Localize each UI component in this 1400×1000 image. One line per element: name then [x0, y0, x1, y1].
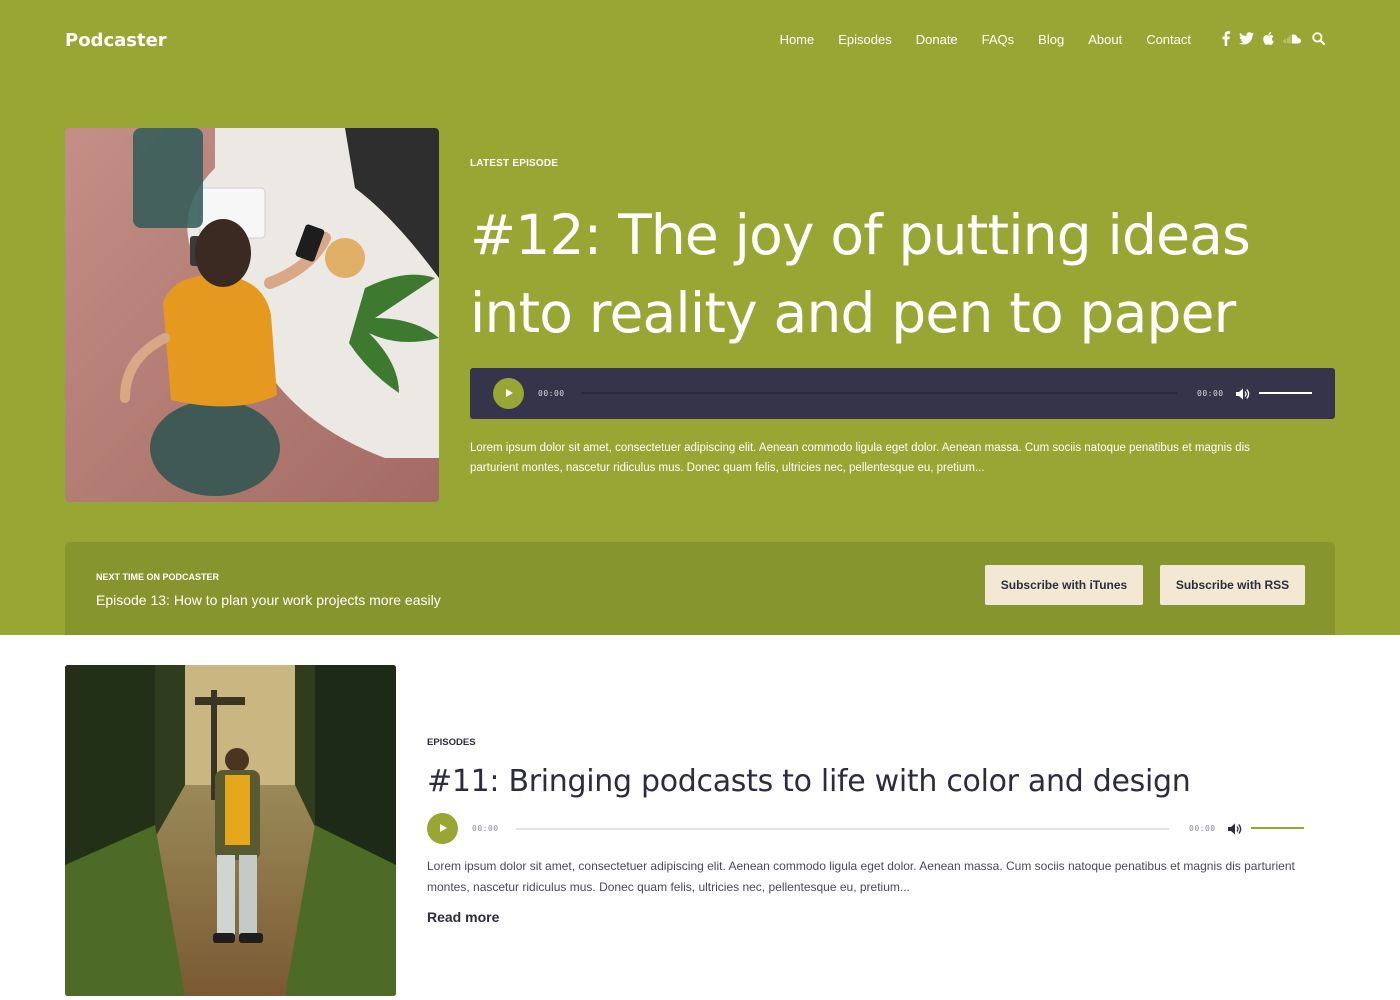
current-time: 00:00 [472, 824, 499, 833]
volume-slider[interactable] [1259, 392, 1312, 394]
main-nav: Home Episodes Donate FAQs Blog About Con… [756, 32, 1191, 48]
desc-line-1: Lorem ipsum dolor sit amet, consectetuer… [427, 859, 1295, 873]
play-button[interactable] [493, 378, 524, 409]
title-line-1: #12: The joy of putting ideas [470, 203, 1251, 267]
latest-audio-player: 00:00 00:00 [470, 368, 1335, 419]
progress-bar[interactable] [582, 392, 1177, 394]
latest-episode-title[interactable]: #12: The joy of putting ideas into reali… [470, 196, 1330, 352]
soundcloud-icon[interactable] [1283, 34, 1301, 44]
read-more-link[interactable]: Read more [427, 909, 499, 925]
nav-episodes[interactable]: Episodes [838, 32, 891, 48]
episodes-label[interactable]: EPISODES [427, 737, 476, 748]
latest-episode-image [65, 128, 439, 502]
next-label: NEXT TIME ON PODCASTER [96, 572, 220, 582]
volume-icon[interactable] [1228, 822, 1242, 840]
current-time: 00:00 [538, 389, 565, 398]
progress-bar[interactable] [516, 828, 1169, 830]
nav-blog[interactable]: Blog [1038, 32, 1064, 48]
nav-donate[interactable]: Donate [916, 32, 958, 48]
episode-audio-player: 00:00 00:00 [427, 813, 1307, 845]
search-icon[interactable] [1312, 32, 1325, 45]
site-logo[interactable]: Podcaster [65, 30, 167, 52]
title-line-2: into reality and pen to paper [470, 281, 1236, 345]
duration: 00:00 [1189, 824, 1216, 833]
latest-episode-label: LATEST EPISODE [470, 158, 559, 169]
volume-icon[interactable] [1236, 387, 1250, 405]
subscribe-itunes-button[interactable]: Subscribe with iTunes [985, 565, 1143, 605]
desc-line-1: Lorem ipsum dolor sit amet, consectetuer… [470, 442, 1250, 454]
next-episode-title: Episode 13: How to plan your work projec… [96, 592, 441, 608]
twitter-icon[interactable] [1239, 32, 1254, 45]
next-episode-banner: NEXT TIME ON PODCASTER Episode 13: How t… [65, 542, 1335, 635]
facebook-icon[interactable] [1222, 31, 1230, 46]
duration: 00:00 [1197, 389, 1224, 398]
apple-icon[interactable] [1263, 32, 1274, 45]
play-button[interactable] [427, 813, 458, 844]
latest-episode-description: Lorem ipsum dolor sit amet, consectetuer… [470, 438, 1335, 478]
nav-about[interactable]: About [1088, 32, 1122, 48]
nav-contact[interactable]: Contact [1146, 32, 1191, 48]
episode-image[interactable] [65, 665, 396, 996]
desc-line-2: montes, nascetur ridiculus mus. Donec qu… [427, 880, 910, 894]
nav-faqs[interactable]: FAQs [982, 32, 1015, 48]
desc-line-2: parturient montes, nascetur ridiculus mu… [470, 462, 985, 474]
nav-home[interactable]: Home [780, 32, 815, 48]
episode-description: Lorem ipsum dolor sit amet, consectetuer… [427, 856, 1307, 898]
episode-title[interactable]: #11: Bringing podcasts to life with colo… [427, 762, 1191, 802]
volume-slider[interactable] [1251, 827, 1304, 829]
social-links [1222, 31, 1334, 46]
hero-section: Podcaster Home Episodes Donate FAQs Blog… [0, 0, 1400, 635]
subscribe-rss-button[interactable]: Subscribe with RSS [1160, 565, 1305, 605]
